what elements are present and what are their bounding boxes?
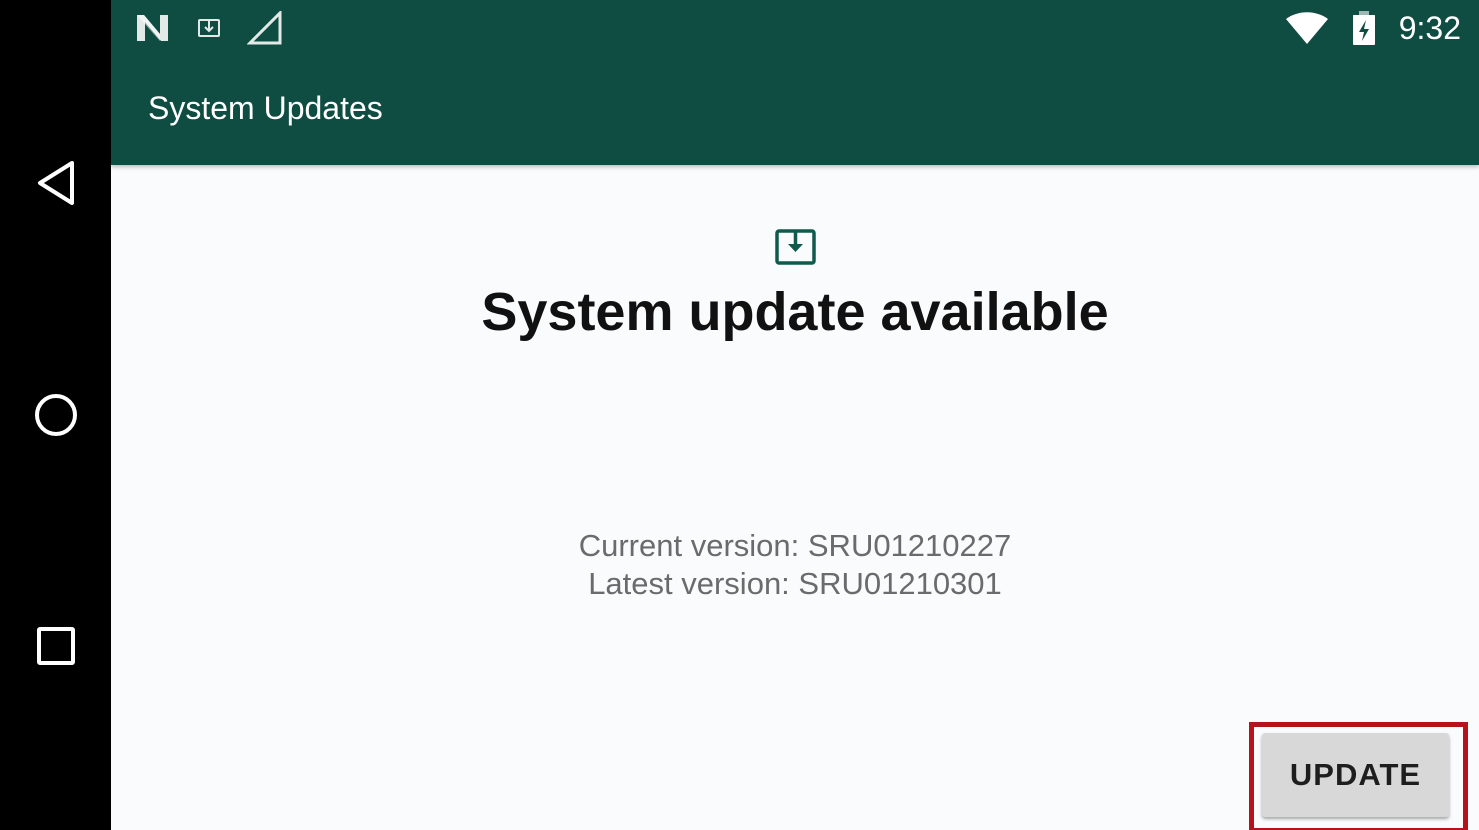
status-bar-left (135, 8, 309, 48)
clock: 9:32 (1398, 9, 1461, 46)
system-update-icon (775, 229, 816, 265)
current-version: Current version: SRU01210227 (578, 528, 1012, 563)
screen: 9:32 System Updates System update availa… (0, 0, 1479, 830)
home-icon (34, 394, 77, 436)
recents-button[interactable] (0, 601, 111, 691)
battery-charging-icon (1352, 11, 1375, 45)
back-button[interactable] (0, 138, 111, 228)
app-title: System Updates (148, 90, 383, 126)
version-info: Current version: SRU01210227 Latest vers… (111, 527, 1479, 603)
notification-n-icon (137, 15, 168, 41)
cell-signal-icon (247, 11, 282, 45)
update-button[interactable]: UPDATE (1262, 733, 1449, 817)
navigation-bar (0, 0, 111, 830)
latest-version: Latest version: SRU01210301 (588, 566, 1002, 601)
home-button[interactable] (0, 370, 111, 460)
system-update-icon (198, 19, 220, 37)
status-bar-right: 9:32 (1263, 6, 1461, 50)
back-icon (37, 161, 74, 205)
wifi-icon (1285, 12, 1328, 44)
recents-icon (36, 627, 75, 665)
headline: System update available (481, 282, 1109, 342)
app-bar: 9:32 System Updates (111, 0, 1479, 165)
